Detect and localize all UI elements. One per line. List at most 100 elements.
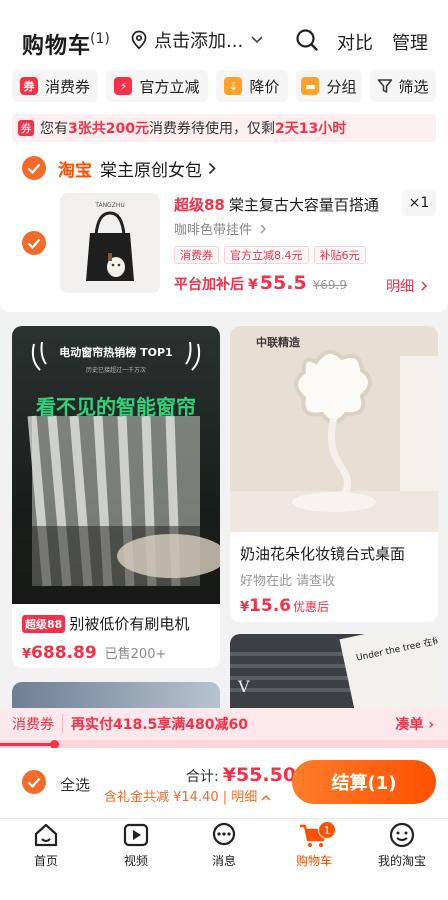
item-checkbox[interactable] — [22, 231, 46, 255]
chip-label: 分组 — [326, 77, 357, 96]
super88-label: 超级88 — [174, 196, 225, 214]
curtain-rank: 电动窗帘热销榜 TOP1 — [59, 345, 172, 359]
coupon-progress — [0, 740, 448, 749]
rec-price-value: 688.89 — [31, 643, 97, 663]
store-link[interactable]: 淘宝 棠主原创女包 — [58, 156, 217, 181]
progress-fill — [0, 743, 54, 746]
original-price: ¥69.9 — [312, 278, 347, 292]
currency-symbol: ¥ — [248, 277, 258, 293]
folder-icon: ▬ — [301, 77, 320, 95]
mirror-brand: 中联精造 — [256, 335, 301, 349]
banner-time: 2天13小时 — [274, 121, 347, 137]
location-pin-icon — [131, 30, 147, 50]
chip-price-drop[interactable]: ↓ 降价 — [216, 70, 288, 102]
promo-tag: 补贴6元 — [313, 246, 366, 264]
checkmark-icon — [27, 238, 41, 249]
tab-label: 视频 — [123, 854, 148, 868]
search-icon[interactable] — [295, 28, 319, 52]
curtain-image: 电动窗帘热销榜 TOP1 历史已接超过一千万次 看不见的智能窗帘 — [12, 326, 220, 604]
tab-messages[interactable]: 消息 — [184, 821, 264, 877]
chevron-up-icon — [261, 794, 271, 801]
tab-bar: 首页 视频 消息 1 购物车 我的淘宝 — [0, 818, 448, 900]
gift-text: 含礼金共减 ¥14.40 | 明细 — [104, 790, 258, 805]
final-price-label: 平台加补后 — [174, 277, 244, 293]
rec-title: 奶油花朵化妆镜台式桌面 — [240, 545, 406, 563]
cart-count: (1) — [90, 31, 110, 47]
rec-price: ¥688.89 已售200+ — [22, 643, 167, 663]
final-price-value: 55.5 — [259, 272, 307, 294]
rec-title: 超级88 别被低价有刷电机 — [22, 613, 189, 634]
mirror-image: 中联精造 — [230, 326, 438, 532]
curtain-headline: 看不见的智能窗帘 — [36, 395, 196, 419]
filter-chips: 券 消费券 ⚡ 官方立减 ↓ 降价 ▬ 分组 筛选 — [0, 70, 448, 106]
coupon-bar-label: 消费券 — [12, 714, 63, 734]
chip-label: 消费券 — [44, 77, 90, 96]
total-amount: ¥55.50 — [222, 764, 297, 786]
coupon-banner[interactable]: 券 您有 3张共200元 消费券待使用，仅剩 2天13小时 — [12, 114, 436, 142]
profile-icon — [389, 822, 415, 848]
rec-title-text: 别被低价有刷电机 — [69, 615, 190, 633]
sku-text: 咖啡色带挂件 — [174, 223, 253, 238]
rec-card-mirror[interactable]: 中联精造 奶油花朵化妆镜台式桌面 好物在此 请查收 ¥15.6 优惠后 — [230, 326, 438, 622]
select-all-checkbox[interactable] — [22, 770, 46, 794]
quantity[interactable]: ×1 — [402, 190, 436, 216]
chip-group[interactable]: ▬ 分组 — [296, 70, 362, 102]
product-name: 棠主复古大容量百搭通 — [228, 196, 379, 214]
home-icon — [34, 823, 58, 847]
coupon-progress-bar[interactable]: 消费券 再实付418.5享满480减60 凑单 › — [0, 708, 448, 740]
handbag-image: TANGZHU — [60, 193, 160, 293]
discount-detail-link[interactable]: 含礼金共减 ¥14.40 | 明细 — [104, 786, 271, 805]
compare-button[interactable]: 对比 — [337, 29, 373, 55]
promo-tag: 官方立减8.4元 — [224, 246, 309, 264]
rec-card-partial-1[interactable] — [12, 682, 220, 708]
store-name: 棠主原创女包 — [100, 161, 202, 181]
rec-card-partial-2[interactable]: V Under the tree 在树下 For you — [230, 634, 438, 708]
tab-home[interactable]: 首页 — [6, 821, 86, 877]
rec-sold: 已售200+ — [104, 647, 167, 662]
sku-selector[interactable]: 咖啡色带挂件 — [174, 219, 267, 238]
curtain-subtitle: 历史已接超过一千万次 — [86, 366, 146, 374]
tab-label: 消息 — [211, 854, 236, 868]
svg-text:V: V — [237, 677, 250, 696]
add-items-link[interactable]: 凑单 › — [395, 714, 434, 734]
chip-coupon[interactable]: 券 消费券 — [12, 70, 98, 102]
filter-icon — [378, 79, 393, 93]
rec-card-curtain[interactable]: 电动窗帘热销榜 TOP1 历史已接超过一千万次 看不见的智能窗帘 超级88 别被… — [12, 326, 220, 668]
promo-tag: 消费券 — [174, 246, 219, 264]
price-detail-link[interactable]: 明细 — [386, 276, 428, 296]
chip-label: 筛选 — [398, 77, 429, 96]
total: 合计: ¥55.50 — [186, 764, 296, 786]
chip-filter[interactable]: 筛选 — [370, 70, 436, 102]
location-text: 点击添加... — [154, 31, 244, 52]
manage-button[interactable]: 管理 — [392, 29, 428, 55]
product-title[interactable]: 超级88 棠主复古大容量百搭通 — [174, 194, 379, 215]
tab-video[interactable]: 视频 — [96, 821, 176, 877]
discount-icon: ⚡ — [114, 77, 133, 95]
checkout-button[interactable]: 结算(1) — [292, 760, 436, 804]
chip-label: 官方立减 — [139, 77, 200, 96]
store-checkbox[interactable] — [22, 156, 46, 180]
page-title: 购物车 — [22, 34, 92, 59]
chevron-right-icon — [260, 224, 267, 234]
brand-text: TANGZHU — [94, 202, 124, 209]
chevron-right-icon — [421, 281, 428, 291]
promo-tags: 消费券 官方立减8.4元 补贴6元 — [174, 246, 371, 264]
tab-label: 购物车 — [295, 854, 332, 868]
select-all-label[interactable]: 全选 — [60, 774, 90, 795]
video-icon — [123, 823, 149, 847]
total-label: 合计: — [186, 769, 219, 785]
rec-price: ¥15.6 优惠后 — [240, 596, 330, 616]
store-row: 淘宝 棠主原创女包 — [0, 150, 448, 184]
chip-label: 降价 — [249, 77, 280, 96]
rec-price-value: 15.6 — [249, 596, 291, 616]
chip-official-discount[interactable]: ⚡ 官方立减 — [106, 70, 208, 102]
product-image[interactable]: TANGZHU — [60, 193, 160, 293]
tab-profile[interactable]: 我的淘宝 — [362, 821, 442, 877]
tab-cart[interactable]: 1 购物车 — [274, 821, 354, 877]
final-price: 平台加补后 ¥ 55.5 ¥69.9 — [174, 272, 347, 294]
location-selector[interactable]: 点击添加... — [130, 27, 269, 53]
coupon-banner-icon: 券 — [18, 120, 34, 136]
super88-badge: 超级88 — [22, 614, 66, 633]
message-icon — [212, 822, 236, 846]
detail-label: 明细 — [386, 279, 414, 295]
